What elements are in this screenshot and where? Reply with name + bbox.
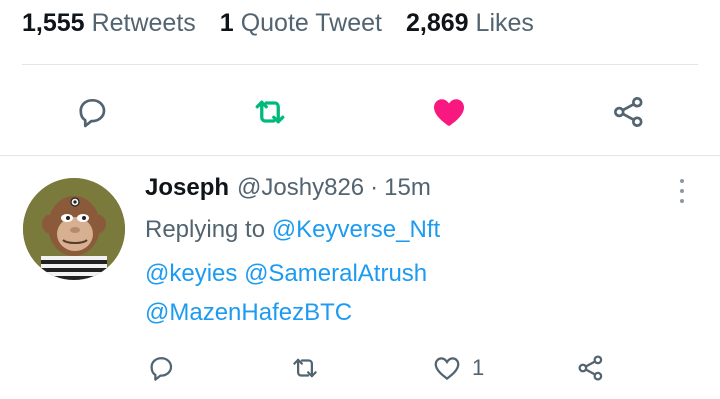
likes-count: 2,869 xyxy=(405,8,469,37)
tweet-action-bar xyxy=(0,78,720,144)
more-dot-icon xyxy=(680,199,684,203)
retweets-stat[interactable]: 1,555 Retweets xyxy=(22,9,196,38)
replying-prefix: Replying to xyxy=(145,216,266,243)
retweet-icon xyxy=(293,358,317,378)
more-dot-icon xyxy=(680,179,684,183)
retweets-label: Retweets xyxy=(91,8,196,37)
like-icon-filled xyxy=(434,99,464,126)
like-button[interactable] xyxy=(427,90,471,134)
quotes-stat[interactable]: 1 Quote Tweet xyxy=(220,9,382,38)
likes-stat[interactable]: 2,869 Likes xyxy=(406,9,534,38)
mention-link[interactable]: @keyies xyxy=(145,260,237,287)
display-name[interactable]: Joseph xyxy=(145,174,229,202)
more-options-button[interactable] xyxy=(670,176,694,206)
reply-action-bar: 1 xyxy=(0,348,720,388)
reply-button[interactable] xyxy=(70,90,114,134)
mention-link[interactable]: @Keyverse_Nft xyxy=(272,216,440,243)
share-icon xyxy=(578,355,603,381)
reply-share-button[interactable] xyxy=(576,348,606,388)
reply-icon xyxy=(150,357,173,381)
share-icon xyxy=(614,97,643,127)
reply-body-line-1: @keyies @SameralAtrush xyxy=(145,260,427,288)
reply-retweet-button[interactable] xyxy=(290,348,320,388)
timestamp[interactable]: 15m xyxy=(384,174,431,202)
ape-avatar-image xyxy=(23,178,125,280)
stats-divider xyxy=(22,64,698,65)
retweet-button[interactable] xyxy=(248,90,292,134)
tweet-stats: 1,555 Retweets 1 Quote Tweet 2,869 Likes xyxy=(22,0,558,46)
likes-label: Likes xyxy=(475,8,534,37)
avatar[interactable] xyxy=(23,178,125,280)
mention-link[interactable]: @SameralAtrush xyxy=(244,260,427,287)
retweets-count: 1,555 xyxy=(22,8,85,37)
quotes-count: 1 xyxy=(219,8,234,37)
reply-like-button[interactable]: 1 xyxy=(432,348,484,388)
reply-header: Joseph @Joshy826 · 15m xyxy=(145,174,431,202)
more-dot-icon xyxy=(680,189,684,193)
like-count: 1 xyxy=(472,355,485,380)
share-button[interactable] xyxy=(607,90,651,134)
mention-link[interactable]: @MazenHafezBTC xyxy=(145,299,352,326)
reply-icon xyxy=(79,98,106,128)
replying-to-line: Replying to @Keyverse_Nft xyxy=(145,216,440,244)
reply-body-line-2: @MazenHafezBTC xyxy=(145,299,352,327)
quotes-label: Quote Tweet xyxy=(240,8,382,37)
reply-reply-button[interactable] xyxy=(146,348,176,388)
heart-outline-icon xyxy=(434,357,460,381)
reply-tweet[interactable]: Joseph @Joshy826 · 15m Replying to @Keyv… xyxy=(0,156,720,399)
retweet-icon xyxy=(255,100,285,124)
separator-dot: · xyxy=(370,174,379,201)
user-handle[interactable]: @Joshy826 xyxy=(237,174,364,202)
